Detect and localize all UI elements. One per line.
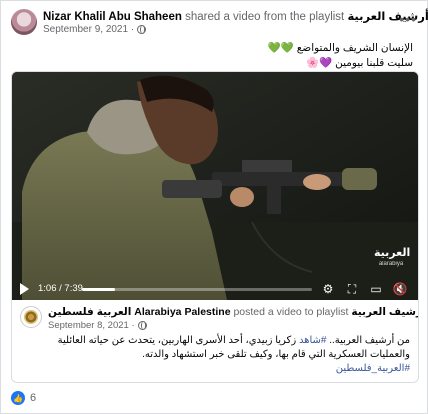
shared-post-text: من أرشيف العربية.. #شاهد زكريا زبيدي، أح…: [18, 334, 410, 376]
globe-icon: [137, 321, 147, 330]
shared-playlist-link[interactable]: أرشيف العربية.: [351, 306, 418, 318]
shared-post-meta: September 8, 2021 ·: [48, 320, 147, 331]
feed-post: Nizar Khalil Abu Shaheen shared a video …: [0, 0, 428, 414]
share-action-text: shared a video from the playlist: [181, 11, 348, 23]
pip-icon[interactable]: ▭: [368, 281, 384, 297]
caption-line-1: الإنسان الشريف والمتواضع 💚💚: [267, 42, 413, 54]
post-action-text: posted a video to playlist: [230, 306, 352, 318]
volume-muted-icon[interactable]: 🔇: [392, 281, 408, 297]
more-options-icon[interactable]: •••: [399, 11, 417, 27]
video-player[interactable]: العربية alarabiya 1:06 / 7:39 ⚙ ⛶ ▭ 🔇: [12, 72, 418, 300]
play-icon[interactable]: [20, 283, 29, 295]
video-control-icons: ⚙ ⛶ ▭ 🔇: [320, 281, 408, 297]
channel-logo-latin: alarabiya: [378, 261, 404, 267]
author-avatar[interactable]: [11, 9, 37, 35]
caption-line-2: سليت قلبنا بيومين 💜🌸: [306, 57, 413, 69]
reaction-count[interactable]: 6: [30, 392, 36, 404]
hashtag-link[interactable]: #شاهد: [299, 335, 327, 346]
post-date[interactable]: September 9, 2021 ·: [43, 24, 134, 35]
hashtag-link-2[interactable]: #العربية_فلسطين: [336, 363, 410, 374]
video-time: 1:06 / 7:39: [38, 283, 83, 294]
post-caption: الإنسان الشريف والمتواضع 💚💚 سليت قلبنا ب…: [268, 41, 413, 71]
author-name[interactable]: Nizar Khalil Abu Shaheen: [43, 11, 182, 23]
post-header-line: Nizar Khalil Abu Shaheen shared a video …: [43, 9, 428, 23]
video-controls: 1:06 / 7:39 ⚙ ⛶ ▭ 🔇: [12, 278, 418, 300]
post-header: Nizar Khalil Abu Shaheen shared a video …: [9, 7, 428, 37]
shared-post-date[interactable]: September 8, 2021 ·: [48, 320, 135, 331]
video-frame: [12, 72, 418, 300]
channel-logo-text: العربية: [374, 247, 411, 259]
shared-post-header-line: العربية فلسطين Alarabiya Palestine poste…: [48, 306, 418, 318]
post-meta: September 9, 2021 ·: [43, 24, 147, 35]
progress-fill: [82, 288, 116, 291]
settings-icon[interactable]: ⚙: [320, 281, 336, 297]
globe-icon: [137, 25, 147, 34]
reactions-bar[interactable]: 👍 6: [11, 391, 36, 405]
shared-post: العربية فلسطين Alarabiya Palestine poste…: [12, 300, 418, 382]
like-icon: 👍: [11, 391, 25, 405]
text-prefix: من أرشيف العربية..: [326, 335, 410, 346]
page-avatar[interactable]: [20, 306, 42, 328]
shared-video-card: العربية alarabiya 1:06 / 7:39 ⚙ ⛶ ▭ 🔇 ال…: [11, 71, 419, 383]
page-name[interactable]: العربية فلسطين Alarabiya Palestine: [48, 306, 231, 318]
channel-logo: العربية alarabiya: [374, 247, 411, 274]
progress-bar[interactable]: [82, 288, 312, 291]
fullscreen-icon[interactable]: ⛶: [344, 281, 360, 297]
